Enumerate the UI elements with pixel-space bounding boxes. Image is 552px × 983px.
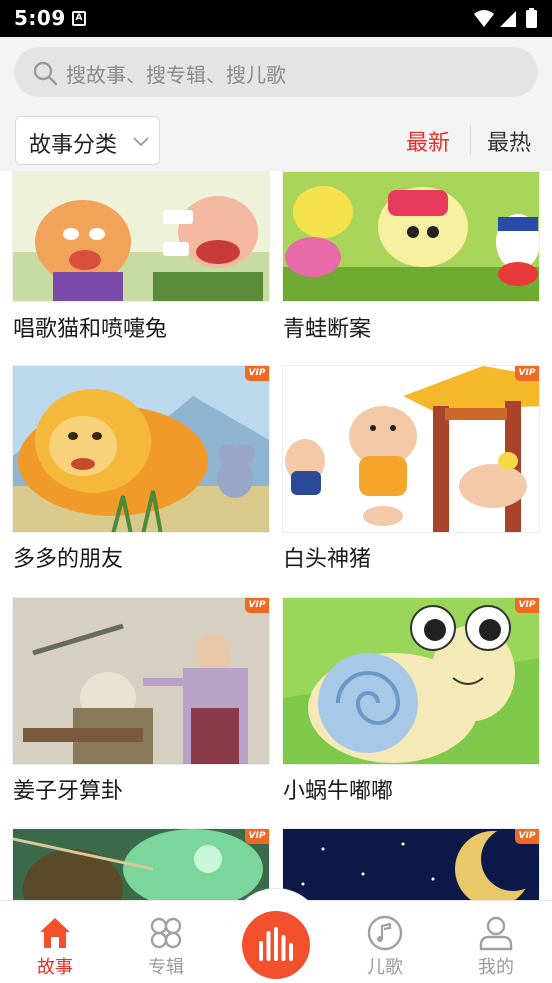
status-bar: 5:09 A	[0, 0, 552, 37]
story-thumbnail: VIP	[12, 365, 270, 533]
notification-icon: A	[72, 11, 86, 26]
nav-label: 儿歌	[367, 957, 403, 978]
story-thumbnail: VIP	[12, 597, 270, 765]
music-disc-icon	[367, 915, 403, 951]
story-thumbnail	[282, 171, 540, 302]
system-status-icons	[474, 8, 537, 28]
nav-label: 我的	[478, 957, 514, 978]
nav-label: 专辑	[148, 957, 184, 978]
story-thumbnail	[12, 171, 270, 302]
story-title: 小蜗牛嘟嘟	[283, 779, 394, 804]
status-time: 5:09	[14, 6, 66, 30]
story-title: 青蛙断案	[283, 317, 372, 342]
story-card[interactable]: VIP 姜子牙算卦	[12, 597, 270, 807]
search-input[interactable]: 搜故事、搜专辑、搜儿歌	[14, 47, 538, 97]
story-card[interactable]: VIP 小蜗牛嘟嘟	[282, 597, 540, 807]
vip-badge: VIP	[515, 366, 539, 381]
nav-label: 故事	[37, 957, 73, 978]
signal-icon	[500, 11, 516, 27]
story-thumbnail: VIP	[282, 828, 540, 900]
story-title: 姜子牙算卦	[13, 779, 124, 804]
search-icon	[33, 61, 58, 86]
album-icon	[150, 917, 182, 949]
wifi-icon	[474, 10, 494, 27]
story-card[interactable]: VIP	[12, 828, 270, 900]
nav-tab-stories[interactable]: 故事	[15, 901, 95, 983]
header: 搜故事、搜专辑、搜儿歌 故事分类 最新 最热	[0, 37, 552, 171]
vip-badge: VIP	[515, 598, 539, 613]
story-grid: 唱歌猫和喷嚏兔 青蛙断案 VIP 多多的朋友 VIP 白头神猪 VIP 姜子牙算…	[0, 171, 552, 900]
nav-tab-songs[interactable]: 儿歌	[345, 901, 425, 983]
sort-divider	[470, 126, 471, 154]
story-title: 唱歌猫和喷嚏兔	[13, 317, 168, 342]
vip-badge: VIP	[245, 829, 269, 844]
vip-badge: VIP	[245, 366, 269, 381]
user-icon	[479, 916, 513, 951]
search-placeholder: 搜故事、搜专辑、搜儿歌	[66, 63, 286, 87]
vip-badge: VIP	[245, 598, 269, 613]
story-thumbnail: VIP	[282, 365, 540, 533]
nav-tab-mine[interactable]: 我的	[456, 901, 536, 983]
chevron-down-icon	[133, 137, 149, 147]
player-button[interactable]	[242, 911, 310, 979]
story-thumbnail: VIP	[282, 597, 540, 765]
story-title: 多多的朋友	[13, 547, 124, 572]
battery-icon	[526, 10, 537, 28]
story-card[interactable]: 青蛙断案	[282, 171, 540, 346]
story-thumbnail: VIP	[12, 828, 270, 900]
story-card[interactable]: VIP 多多的朋友	[12, 365, 270, 575]
story-card[interactable]: VIP 白头神猪	[282, 365, 540, 575]
story-card[interactable]: VIP	[282, 828, 540, 900]
nav-tab-albums[interactable]: 专辑	[126, 901, 206, 983]
home-icon	[40, 918, 70, 948]
vip-badge: VIP	[515, 829, 539, 844]
story-title: 白头神猪	[283, 547, 372, 572]
category-label: 故事分类	[29, 133, 118, 158]
player-bars-icon	[259, 927, 293, 961]
story-card[interactable]: 唱歌猫和喷嚏兔	[12, 171, 270, 346]
bottom-nav: 故事 专辑 儿歌 我的	[0, 888, 552, 983]
category-dropdown[interactable]: 故事分类	[15, 116, 160, 165]
sort-newest-tab[interactable]: 最新	[406, 125, 450, 157]
sort-hot-tab[interactable]: 最热	[487, 125, 531, 157]
